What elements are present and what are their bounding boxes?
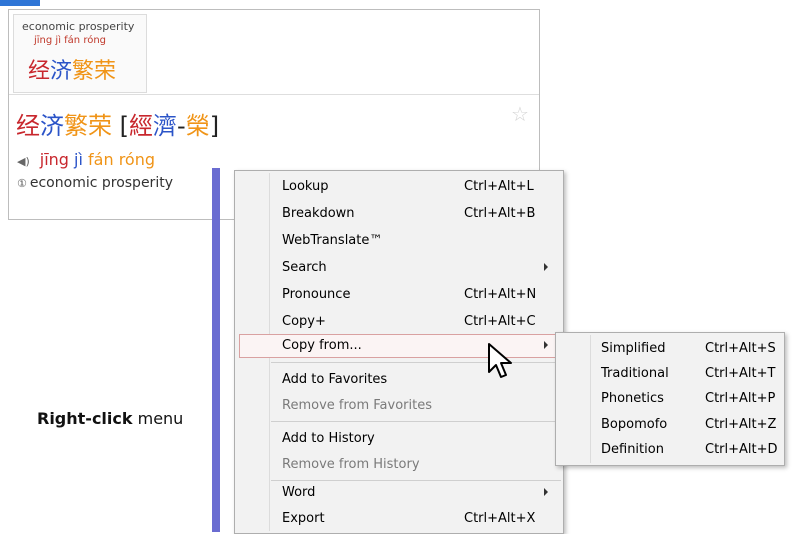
pinyin-syllable: fán xyxy=(88,150,114,169)
menu-item-breakdown[interactable]: Breakdown Ctrl+Alt+B xyxy=(235,202,563,226)
pinyin-syllable: róng xyxy=(118,150,156,169)
menu-separator xyxy=(271,421,561,422)
submenu-arrow-icon xyxy=(544,341,548,349)
submenu-item-phonetics[interactable]: Phonetics Ctrl+Alt+P xyxy=(556,387,784,411)
menu-item-remove-favorites: Remove from Favorites xyxy=(282,398,432,413)
definition-number: ① xyxy=(17,177,27,190)
definition-text: economic prosperity xyxy=(29,175,173,191)
accent-vertical-bar xyxy=(212,168,220,532)
submenu-item-traditional[interactable]: Traditional Ctrl+Alt+T xyxy=(556,362,784,386)
card-pinyin: jīng jì fán róng xyxy=(34,35,107,46)
copy-from-submenu: Simplified Ctrl+Alt+S Traditional Ctrl+Alt… xyxy=(555,332,785,466)
word-card[interactable]: economic prosperity jīng jì fán róng 经济繁… xyxy=(13,14,147,93)
pinyin-syllable: jì xyxy=(74,150,83,169)
menu-item-search[interactable]: Search xyxy=(235,256,563,280)
menu-item-copy-plus[interactable]: Copy+ Ctrl+Alt+C xyxy=(235,310,563,334)
menu-item-word[interactable]: Word xyxy=(235,481,563,505)
mouse-cursor-icon xyxy=(488,343,512,378)
card-gloss: economic prosperity xyxy=(22,20,135,33)
pronunciation-row: ◀) jīng jì fán róng xyxy=(17,150,155,169)
menu-item-remove-history: Remove from History xyxy=(282,457,420,472)
card-hanzi: 经济繁荣 xyxy=(28,59,117,84)
submenu-arrow-icon xyxy=(544,263,548,271)
speaker-icon[interactable]: ◀) xyxy=(17,155,30,168)
menu-item-export[interactable]: Export Ctrl+Alt+X xyxy=(235,507,563,531)
headword: 经济繁荣 [經濟-榮] xyxy=(16,112,220,140)
menu-item-pronounce[interactable]: Pronounce Ctrl+Alt+N xyxy=(235,283,563,307)
menu-item-webtranslate[interactable]: WebTranslate™ xyxy=(235,229,563,253)
menu-item-add-history[interactable]: Add to History xyxy=(235,427,563,451)
definition: ① economic prosperity xyxy=(17,175,173,191)
menu-item-lookup[interactable]: Lookup Ctrl+Alt+L xyxy=(235,175,563,199)
favorite-star-icon[interactable]: ☆ xyxy=(511,102,529,126)
submenu-item-definition[interactable]: Definition Ctrl+Alt+D xyxy=(556,438,784,462)
menu-separator xyxy=(271,362,561,363)
submenu-item-bopomofo[interactable]: Bopomofo Ctrl+Alt+Z xyxy=(556,413,784,437)
pinyin-syllable: jīng xyxy=(39,150,69,169)
caption: Right-click menu xyxy=(37,409,184,428)
context-menu: Lookup Ctrl+Alt+L Breakdown Ctrl+Alt+B Web… xyxy=(234,170,564,534)
top-accent-bar xyxy=(0,0,40,6)
submenu-arrow-icon xyxy=(544,488,548,496)
submenu-item-simplified[interactable]: Simplified Ctrl+Alt+S xyxy=(556,337,784,361)
panel-divider xyxy=(9,94,539,95)
